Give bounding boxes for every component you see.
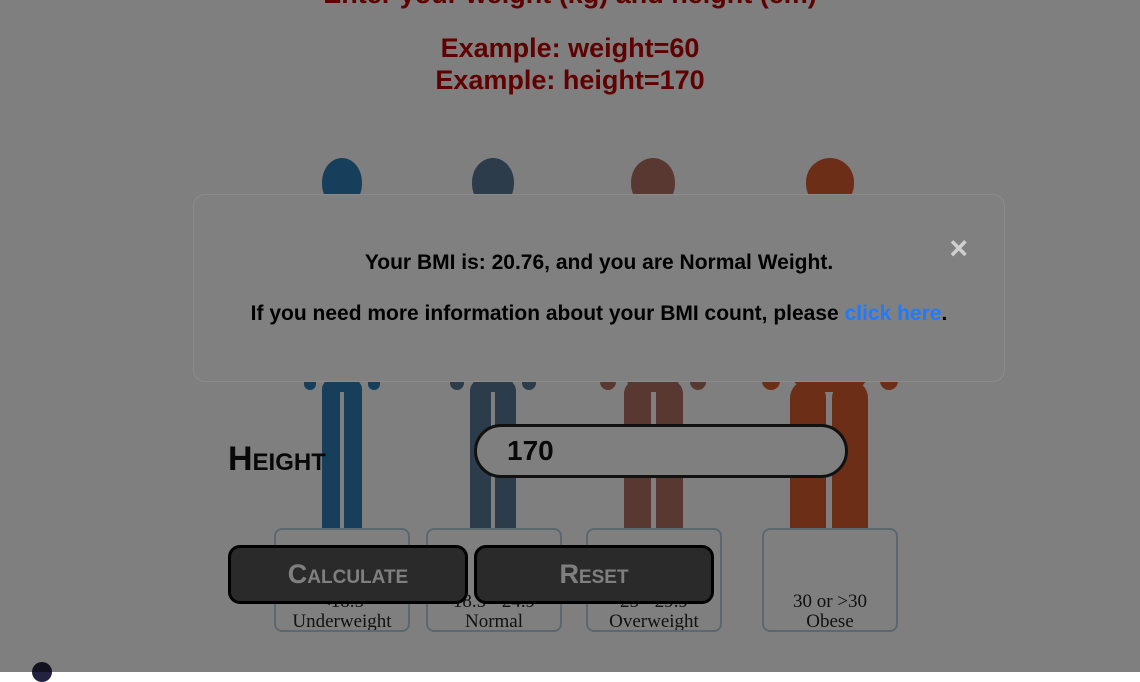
click-here-link[interactable]: click here — [845, 302, 942, 325]
bmi-result-modal: × Your BMI is: 20.76, and you are Normal… — [193, 194, 1005, 382]
more-info-prefix: If you need more information about your … — [250, 302, 845, 325]
more-info-text: If you need more information about your … — [194, 302, 1004, 326]
bmi-result-text: Your BMI is: 20.76, and you are Normal W… — [364, 251, 834, 274]
more-info-suffix: . — [941, 302, 948, 325]
